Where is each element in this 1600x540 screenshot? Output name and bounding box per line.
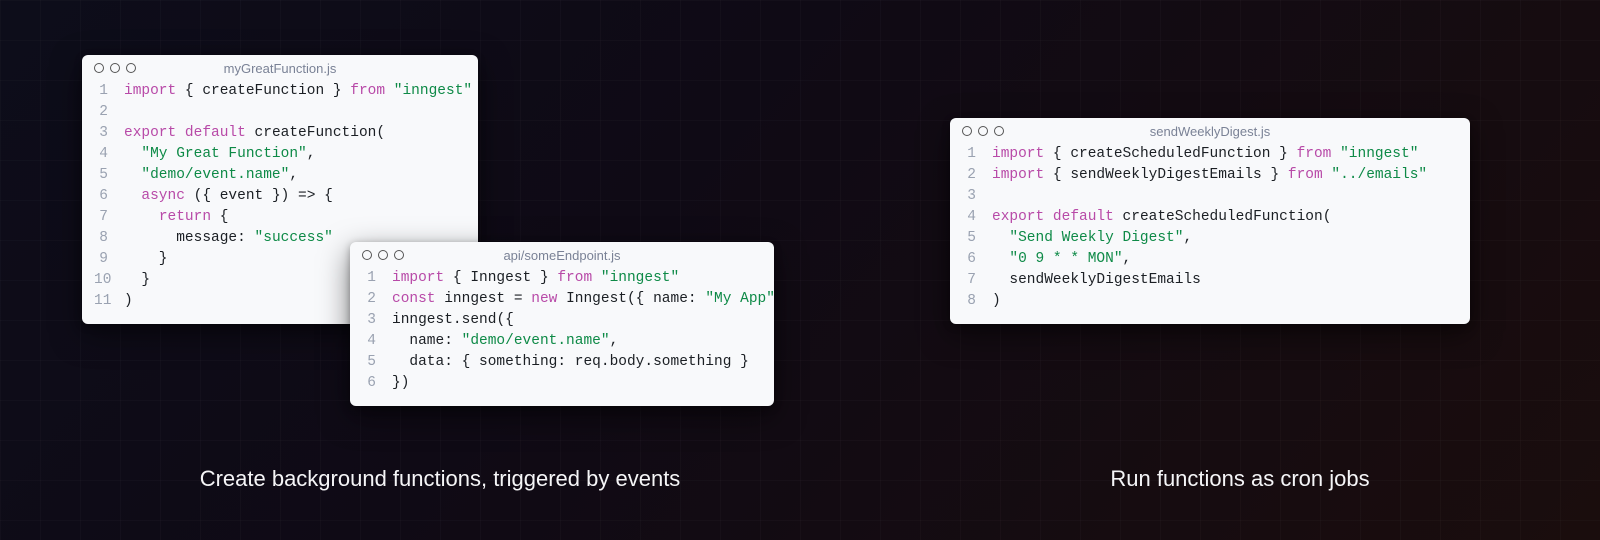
window-dot-icon bbox=[978, 126, 988, 136]
code-line: 8) bbox=[962, 291, 1454, 312]
window-dot-icon bbox=[362, 250, 372, 260]
code-line: 2const inngest = new Inngest({ name: "My… bbox=[362, 289, 758, 310]
window-dot-icon bbox=[110, 63, 120, 73]
code-line: 6 async ({ event }) => { bbox=[94, 186, 462, 207]
line-number: 2 bbox=[362, 289, 392, 310]
line-number: 10 bbox=[94, 270, 124, 291]
line-number: 7 bbox=[962, 270, 992, 291]
code-line: 6 "0 9 * * MON", bbox=[962, 249, 1454, 270]
window-dot-icon bbox=[126, 63, 136, 73]
code-line-text: import { sendWeeklyDigestEmails } from "… bbox=[992, 165, 1454, 186]
code-line-text: import { createFunction } from "inngest" bbox=[124, 81, 472, 102]
code-line-text: async ({ event }) => { bbox=[124, 186, 462, 207]
code-line: 7 return { bbox=[94, 207, 462, 228]
code-line: 4 "My Great Function", bbox=[94, 144, 462, 165]
column-left: myGreatFunction.js 1import { createFunct… bbox=[0, 0, 880, 540]
window-dots bbox=[362, 250, 404, 260]
line-number: 1 bbox=[94, 81, 124, 102]
code-line: 3export default createFunction( bbox=[94, 123, 462, 144]
line-number: 6 bbox=[962, 249, 992, 270]
line-number: 5 bbox=[94, 165, 124, 186]
line-number: 4 bbox=[362, 331, 392, 352]
code-line: 2 bbox=[94, 102, 462, 123]
code-block: 1import { Inngest } from "inngest"2const… bbox=[350, 264, 774, 406]
line-number: 6 bbox=[362, 373, 392, 394]
card-header: api/someEndpoint.js bbox=[350, 242, 774, 264]
code-line: 5 "Send Weekly Digest", bbox=[962, 228, 1454, 249]
code-line: 6}) bbox=[362, 373, 758, 394]
caption-left: Create background functions, triggered b… bbox=[0, 466, 880, 492]
code-line: 1import { createFunction } from "inngest… bbox=[94, 81, 462, 102]
card-filename: api/someEndpoint.js bbox=[350, 248, 774, 263]
line-number: 8 bbox=[962, 291, 992, 312]
line-number: 3 bbox=[362, 310, 392, 331]
code-line-text bbox=[124, 102, 462, 123]
caption-right: Run functions as cron jobs bbox=[880, 466, 1600, 492]
window-dot-icon bbox=[962, 126, 972, 136]
line-number: 4 bbox=[962, 207, 992, 228]
code-line-text: }) bbox=[392, 373, 758, 394]
code-line-text: "demo/event.name", bbox=[124, 165, 462, 186]
card-header: myGreatFunction.js bbox=[82, 55, 478, 77]
window-dots bbox=[94, 63, 136, 73]
line-number: 2 bbox=[94, 102, 124, 123]
columns: myGreatFunction.js 1import { createFunct… bbox=[0, 0, 1600, 540]
code-line-text: export default createFunction( bbox=[124, 123, 462, 144]
code-line: 5 data: { something: req.body.something … bbox=[362, 352, 758, 373]
line-number: 4 bbox=[94, 144, 124, 165]
card-header: sendWeeklyDigest.js bbox=[950, 118, 1470, 140]
window-dot-icon bbox=[94, 63, 104, 73]
code-line: 7 sendWeeklyDigestEmails bbox=[962, 270, 1454, 291]
window-dot-icon bbox=[994, 126, 1004, 136]
code-line-text: name: "demo/event.name", bbox=[392, 331, 758, 352]
card-api-endpoint: api/someEndpoint.js 1import { Inngest } … bbox=[350, 242, 774, 406]
code-line: 1import { createScheduledFunction } from… bbox=[962, 144, 1454, 165]
code-line-text: inngest.send({ bbox=[392, 310, 758, 331]
code-line-text: "0 9 * * MON", bbox=[992, 249, 1454, 270]
code-block: 1import { createScheduledFunction } from… bbox=[950, 140, 1470, 324]
code-line-text: "Send Weekly Digest", bbox=[992, 228, 1454, 249]
line-number: 11 bbox=[94, 291, 124, 312]
line-number: 9 bbox=[94, 249, 124, 270]
code-line: 3inngest.send({ bbox=[362, 310, 758, 331]
line-number: 5 bbox=[962, 228, 992, 249]
line-number: 2 bbox=[962, 165, 992, 186]
code-line: 2import { sendWeeklyDigestEmails } from … bbox=[962, 165, 1454, 186]
code-line: 4 name: "demo/event.name", bbox=[362, 331, 758, 352]
window-dot-icon bbox=[378, 250, 388, 260]
line-number: 5 bbox=[362, 352, 392, 373]
code-line-text: import { Inngest } from "inngest" bbox=[392, 268, 758, 289]
code-line: 4export default createScheduledFunction( bbox=[962, 207, 1454, 228]
code-line-text: "My Great Function", bbox=[124, 144, 462, 165]
code-line: 3 bbox=[962, 186, 1454, 207]
column-right: sendWeeklyDigest.js 1import { createSche… bbox=[880, 0, 1600, 540]
card-send-weekly-digest: sendWeeklyDigest.js 1import { createSche… bbox=[950, 118, 1470, 324]
code-line-text: export default createScheduledFunction( bbox=[992, 207, 1454, 228]
window-dot-icon bbox=[394, 250, 404, 260]
line-number: 6 bbox=[94, 186, 124, 207]
line-number: 7 bbox=[94, 207, 124, 228]
code-line-text bbox=[992, 186, 1454, 207]
line-number: 1 bbox=[962, 144, 992, 165]
code-line-text: data: { something: req.body.something } bbox=[392, 352, 758, 373]
line-number: 1 bbox=[362, 268, 392, 289]
code-line-text: const inngest = new Inngest({ name: "My … bbox=[392, 289, 774, 310]
code-line: 5 "demo/event.name", bbox=[94, 165, 462, 186]
code-line-text: import { createScheduledFunction } from … bbox=[992, 144, 1454, 165]
code-line-text: sendWeeklyDigestEmails bbox=[992, 270, 1454, 291]
code-line-text: return { bbox=[124, 207, 462, 228]
line-number: 3 bbox=[94, 123, 124, 144]
line-number: 3 bbox=[962, 186, 992, 207]
code-line-text: ) bbox=[992, 291, 1454, 312]
card-filename: myGreatFunction.js bbox=[82, 61, 478, 76]
line-number: 8 bbox=[94, 228, 124, 249]
window-dots bbox=[962, 126, 1004, 136]
card-filename: sendWeeklyDigest.js bbox=[950, 124, 1470, 139]
code-line: 1import { Inngest } from "inngest" bbox=[362, 268, 758, 289]
